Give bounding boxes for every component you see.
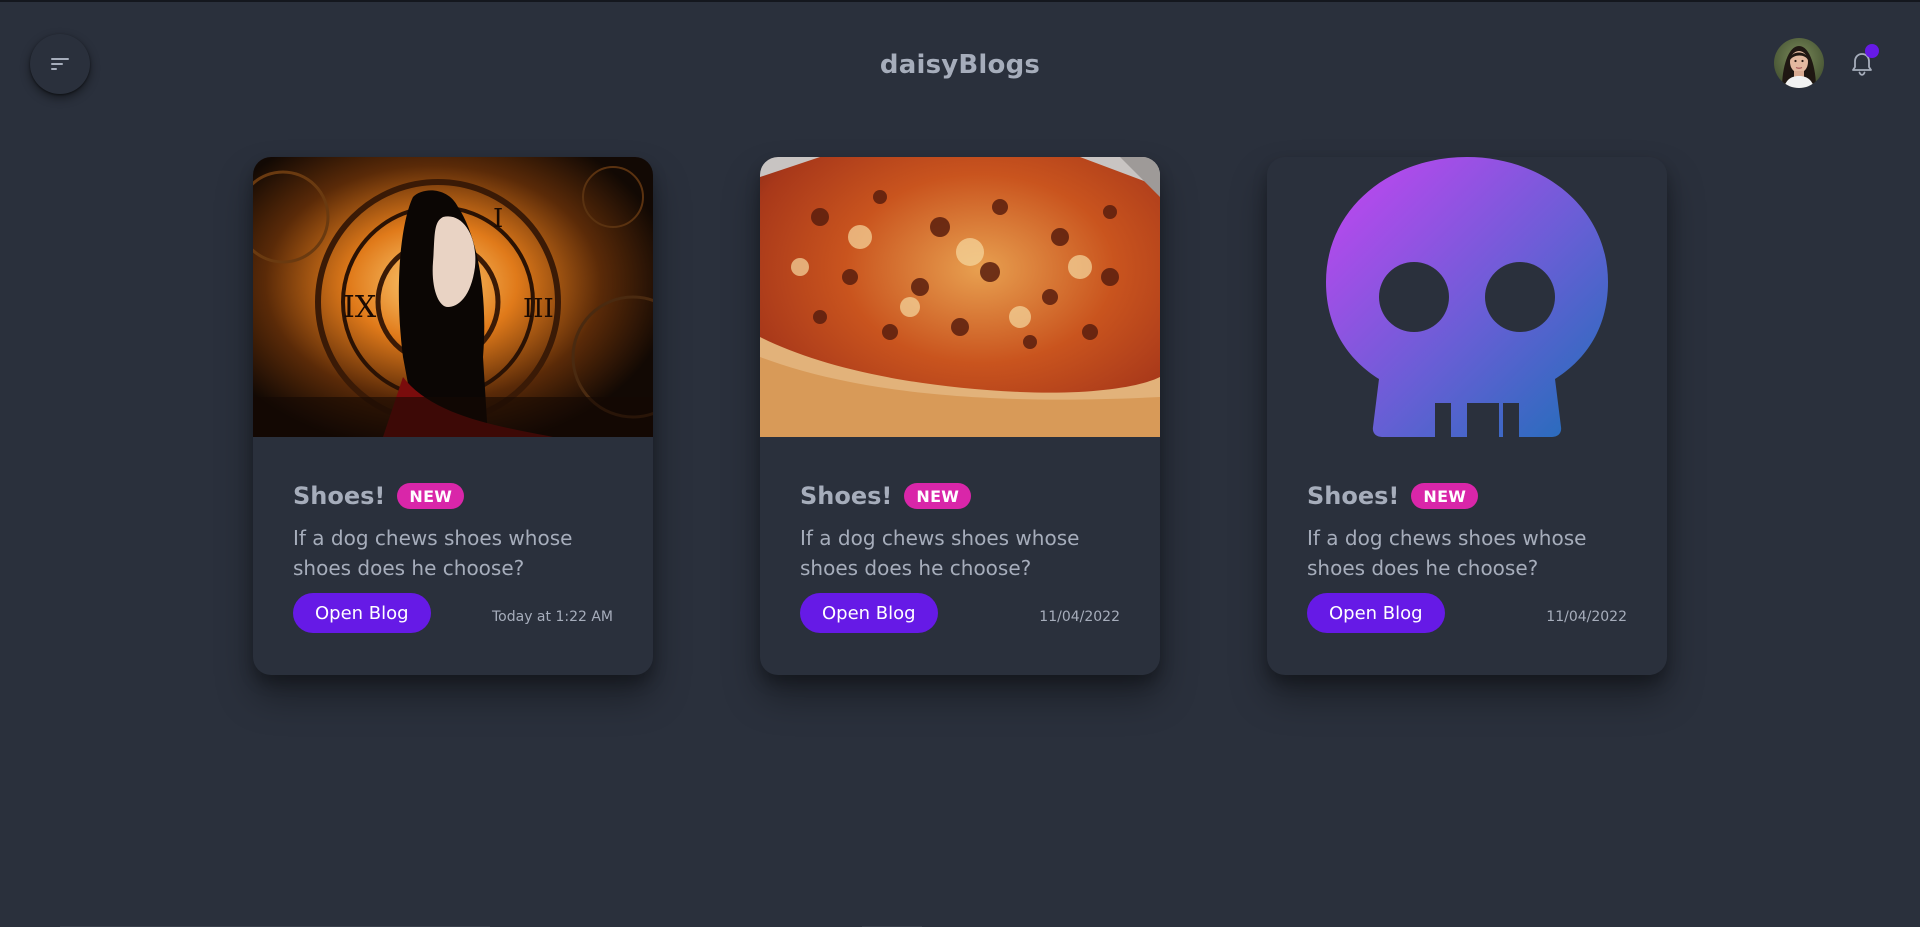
open-blog-button[interactable]: Open Blog xyxy=(800,593,938,633)
card-description: If a dog chews shoes whose shoes does he… xyxy=(800,526,1080,580)
card-title: Shoes! NEW xyxy=(800,479,1120,513)
card-description: If a dog chews shoes whose shoes does he… xyxy=(293,526,573,580)
blog-card: Shoes! NEW If a dog chews shoes whose sh… xyxy=(1267,157,1667,675)
avatar[interactable] xyxy=(1774,38,1824,88)
svg-text:I: I xyxy=(493,204,503,234)
card-date: Today at 1:22 AM xyxy=(491,609,613,625)
open-blog-button[interactable]: Open Blog xyxy=(1307,593,1445,633)
skull-image xyxy=(1267,157,1667,437)
svg-text:IX: IX xyxy=(343,290,377,325)
card-title-text: Shoes! xyxy=(293,482,386,510)
open-blog-button[interactable]: Open Blog xyxy=(293,593,431,633)
avatar-image xyxy=(1774,38,1824,88)
card-title: Shoes! NEW xyxy=(1307,479,1627,513)
svg-text:III: III xyxy=(523,294,554,324)
blog-card: Shoes! NEW If a dog chews shoes whose sh… xyxy=(760,157,1160,675)
page: daisyBlogs IX I III Shoes! NEW If a dog … xyxy=(0,0,1920,927)
card-title-text: Shoes! xyxy=(800,482,893,510)
card-description: If a dog chews shoes whose shoes does he… xyxy=(1307,526,1587,580)
new-badge: NEW xyxy=(397,483,465,509)
brand-title[interactable]: daisyBlogs xyxy=(0,48,1920,82)
navbar: daisyBlogs xyxy=(0,2,1920,130)
card-title-text: Shoes! xyxy=(1307,482,1400,510)
new-badge: NEW xyxy=(1411,483,1479,509)
notification-dot xyxy=(1865,44,1879,58)
card-title: Shoes! NEW xyxy=(293,479,613,513)
card-image: IX I III xyxy=(253,157,653,437)
blog-card: IX I III Shoes! NEW If a dog chews shoes… xyxy=(253,157,653,675)
anime-girl-clock-image: IX I III xyxy=(253,157,653,437)
card-image xyxy=(760,157,1160,437)
pizza-image xyxy=(760,157,1160,437)
card-image xyxy=(1267,157,1667,437)
card-date: 11/04/2022 xyxy=(1546,609,1627,625)
card-date: 11/04/2022 xyxy=(1039,609,1120,625)
new-badge: NEW xyxy=(904,483,972,509)
